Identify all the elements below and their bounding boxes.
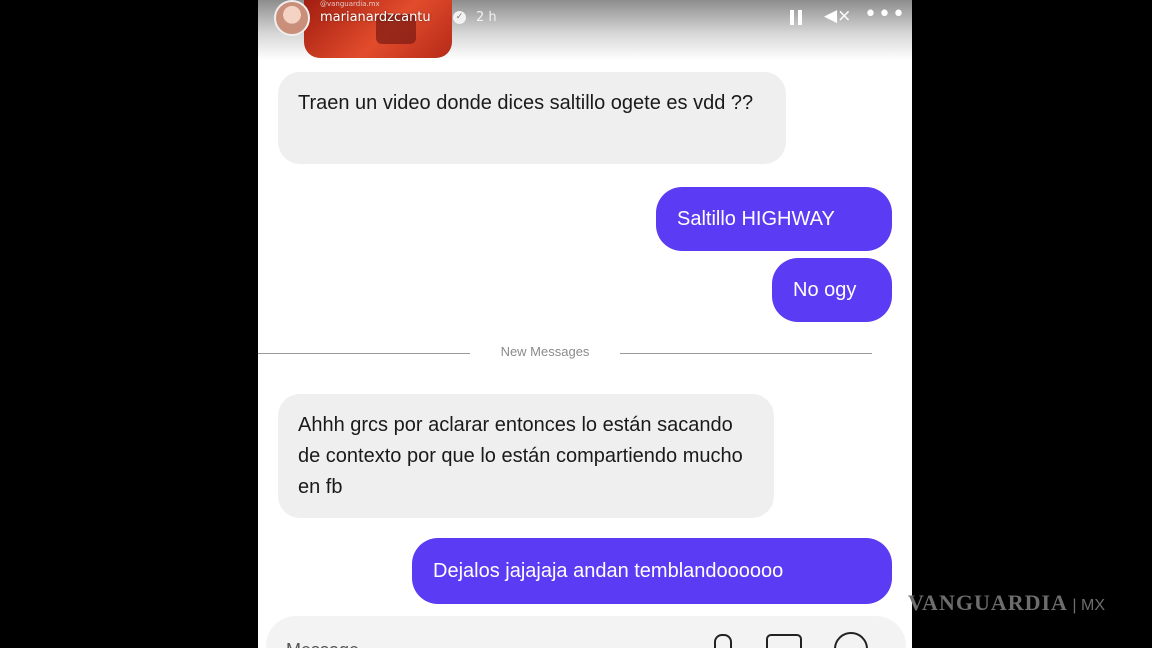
story-viewer: @vanguardia.mx marianardzcantu ✓ 2 h ◀× … [258,0,912,648]
watermark-text: VANGUARDIA [908,590,1068,615]
username-subtext: @vanguardia.mx [320,0,380,8]
image-icon[interactable] [766,634,802,648]
story-thumbnail [304,0,452,58]
watermark-logo: VANGUARDIA | MX [908,590,1105,615]
incoming-message: Ahhh grcs por aclarar entonces lo están … [278,394,774,518]
sticker-icon[interactable] [834,632,868,648]
message-composer[interactable]: Message... [266,616,906,648]
outgoing-message: Dejalos jajajaja andan temblandoooooo [412,538,892,604]
watermark-suffix: MX [1081,597,1105,614]
incoming-message: Traen un video donde dices saltillo oget… [278,72,786,164]
divider-line [620,353,872,354]
outgoing-message: No ogy [772,258,892,322]
divider-line [258,353,470,354]
verified-icon: ✓ [453,11,466,24]
avatar[interactable] [274,0,310,36]
outgoing-message: Saltillo HIGHWAY [656,187,892,251]
story-timestamp: 2 h [476,10,497,25]
pause-icon[interactable] [790,6,806,30]
new-messages-divider: New Messages [500,344,590,359]
more-dots-icon[interactable]: ••• [864,2,906,27]
username[interactable]: marianardzcantu [320,10,431,25]
speaker-mute-icon[interactable]: ◀× [824,6,851,26]
composer-placeholder: Message... [286,640,374,648]
microphone-icon[interactable] [714,634,732,648]
